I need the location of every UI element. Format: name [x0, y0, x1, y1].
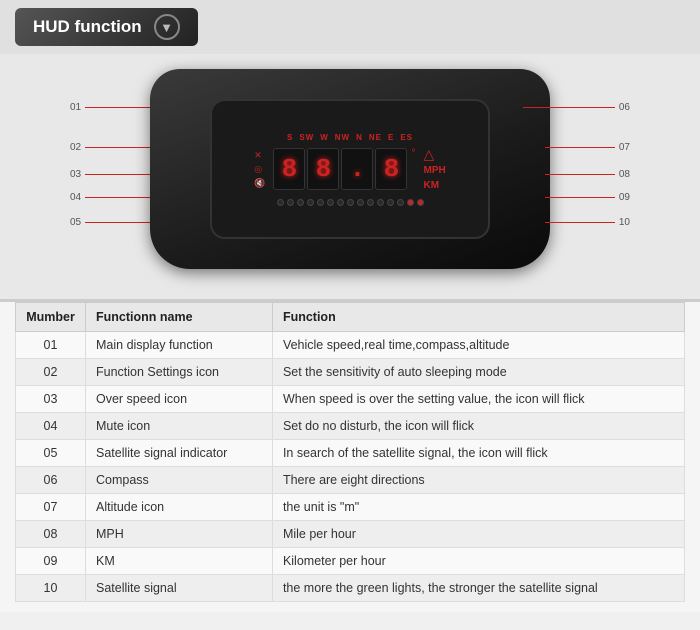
led-6	[327, 199, 334, 206]
table-row: 05Satellite signal indicatorIn search of…	[16, 440, 685, 467]
settings-icon: ✕	[254, 150, 265, 161]
mute-icon: 🔇	[254, 178, 265, 189]
row-function-desc: There are eight directions	[272, 467, 684, 494]
led-1	[277, 199, 284, 206]
header-title: HUD function	[33, 17, 142, 37]
row-function-desc: the more the green lights, the stronger …	[272, 575, 684, 602]
degree-symbol: °	[411, 148, 415, 159]
row-function-name: Function Settings icon	[86, 359, 273, 386]
table-row: 03Over speed icon When speed is over the…	[16, 386, 685, 413]
row-function-name: Mute icon	[86, 413, 273, 440]
led-11	[377, 199, 384, 206]
label-09: 09	[545, 192, 630, 203]
row-number: 04	[16, 413, 86, 440]
label-06: 06	[523, 102, 630, 113]
altitude-icon: △	[423, 146, 445, 163]
header-pill: HUD function ▼	[15, 8, 198, 46]
table-row: 10Satellite signalthe more the green lig…	[16, 575, 685, 602]
label-04: 04	[70, 192, 155, 203]
row-function-desc: Set do no disturb, the icon will flick	[272, 413, 684, 440]
led-15-red	[417, 199, 424, 206]
digit-3: .	[341, 148, 373, 190]
row-function-name: MPH	[86, 521, 273, 548]
row-function-desc: In search of the satellite signal, the i…	[272, 440, 684, 467]
table-row: 04Mute iconSet do no disturb, the icon w…	[16, 413, 685, 440]
label-03: 03	[70, 169, 155, 180]
label-10: 10	[545, 217, 630, 228]
row-function-name: Satellite signal	[86, 575, 273, 602]
row-function-name: Over speed icon	[86, 386, 273, 413]
col-function: Function	[272, 303, 684, 332]
row-number: 06	[16, 467, 86, 494]
row-function-name: Main display function	[86, 332, 273, 359]
hud-screen: S SW W NW N NE E ES ✕ ◎ 🔇	[210, 99, 490, 239]
led-5	[317, 199, 324, 206]
led-14-red	[407, 199, 414, 206]
device-area: 01 02 03 04 05	[0, 54, 700, 300]
col-number: Mumber	[16, 303, 86, 332]
row-number: 08	[16, 521, 86, 548]
led-13	[397, 199, 404, 206]
table-row: 07Altitude iconthe unit is "m"	[16, 494, 685, 521]
overspeed-icon: ◎	[254, 164, 265, 175]
dropdown-icon[interactable]: ▼	[154, 14, 180, 40]
row-function-desc: Mile per hour	[272, 521, 684, 548]
row-number: 10	[16, 575, 86, 602]
col-name: Functionn name	[86, 303, 273, 332]
km-label: KM	[423, 179, 445, 193]
table-row: 09KMKilometer per hour	[16, 548, 685, 575]
digit-2: 8	[307, 148, 339, 190]
table-row: 08MPHMile per hour	[16, 521, 685, 548]
led-12	[387, 199, 394, 206]
digits-display: 8 8 . 8	[273, 148, 407, 190]
row-number: 02	[16, 359, 86, 386]
icons-left: ✕ ◎ 🔇	[254, 150, 265, 189]
label-07: 07	[545, 142, 630, 153]
function-table: Mumber Functionn name Function 01Main di…	[15, 302, 685, 602]
table-header-row: Mumber Functionn name Function	[16, 303, 685, 332]
row-function-desc: Set the sensitivity of auto sleeping mod…	[272, 359, 684, 386]
digit-4: 8	[375, 148, 407, 190]
led-9	[357, 199, 364, 206]
label-02: 02	[70, 142, 155, 153]
row-function-name: Compass	[86, 467, 273, 494]
row-function-name: Satellite signal indicator	[86, 440, 273, 467]
row-function-desc: When speed is over the setting value, th…	[272, 386, 684, 413]
row-function-desc: the unit is "m"	[272, 494, 684, 521]
display-row: ✕ ◎ 🔇 8 8 . 8 ° △ MPH	[254, 146, 445, 193]
led-4	[307, 199, 314, 206]
table-row: 01Main display functionVehicle speed,rea…	[16, 332, 685, 359]
icons-right: △ MPH KM	[423, 146, 445, 193]
digit-1: 8	[273, 148, 305, 190]
table-row: 02Function Settings iconSet the sensitiv…	[16, 359, 685, 386]
table-wrapper: Mumber Functionn name Function 01Main di…	[0, 302, 700, 612]
device-body: S SW W NW N NE E ES ✕ ◎ 🔇	[150, 69, 550, 269]
mph-label: MPH	[423, 164, 445, 178]
compass-row: S SW W NW N NE E ES	[287, 133, 413, 142]
leds-row	[277, 199, 424, 206]
row-number: 09	[16, 548, 86, 575]
row-number: 07	[16, 494, 86, 521]
label-08: 08	[545, 169, 630, 180]
led-10	[367, 199, 374, 206]
row-function-desc: Kilometer per hour	[272, 548, 684, 575]
row-number: 03	[16, 386, 86, 413]
led-8	[347, 199, 354, 206]
row-function-desc: Vehicle speed,real time,compass,altitude	[272, 332, 684, 359]
table-row: 06CompassThere are eight directions	[16, 467, 685, 494]
row-number: 01	[16, 332, 86, 359]
led-3	[297, 199, 304, 206]
label-05: 05	[70, 217, 155, 228]
row-number: 05	[16, 440, 86, 467]
device-container: 01 02 03 04 05	[70, 64, 630, 284]
row-function-name: KM	[86, 548, 273, 575]
led-7	[337, 199, 344, 206]
led-2	[287, 199, 294, 206]
row-function-name: Altitude icon	[86, 494, 273, 521]
